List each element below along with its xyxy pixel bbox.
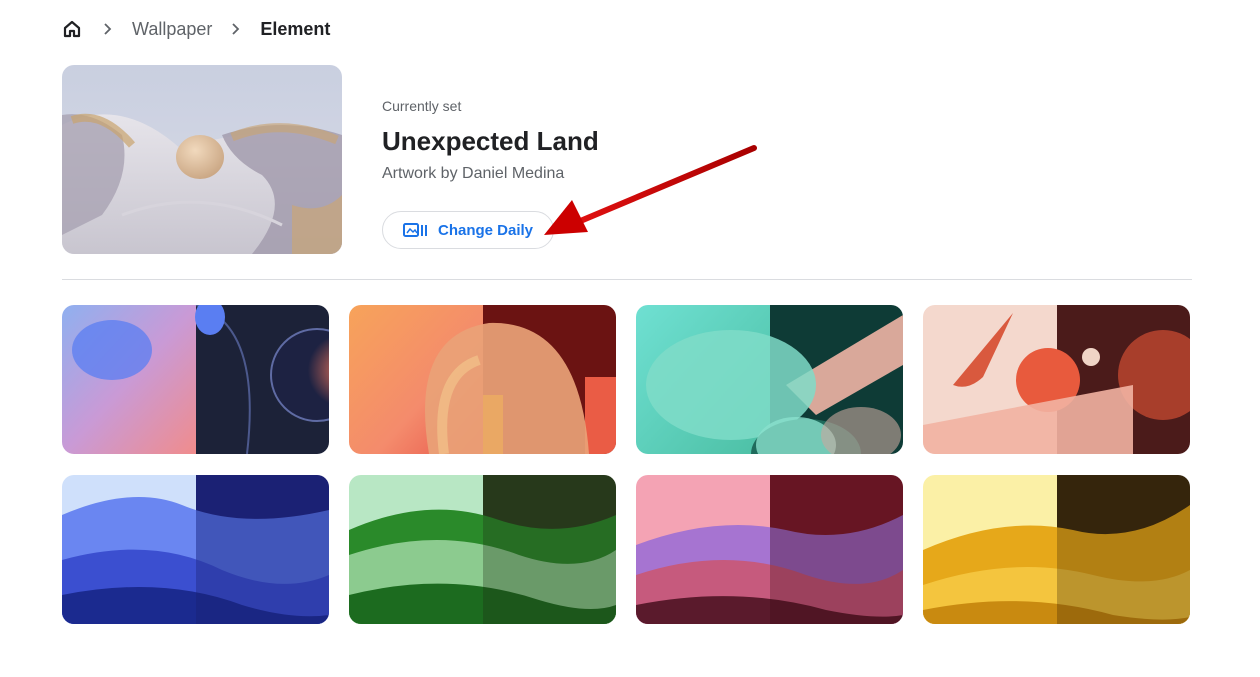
wallpaper-orange-arch[interactable]	[349, 305, 616, 454]
wallpaper-pink-wave[interactable]	[636, 475, 903, 624]
breadcrumb: Wallpaper Element	[60, 14, 330, 44]
wallpaper-yellow-wave[interactable]	[923, 475, 1190, 624]
breadcrumb-element: Element	[260, 18, 331, 39]
wallpaper-artist: Artwork by Daniel Medina	[382, 165, 565, 182]
wallpaper-green-wave[interactable]	[349, 475, 616, 624]
change-daily-button[interactable]: Change Daily	[382, 211, 554, 249]
chevron-right-icon	[226, 19, 246, 39]
divider	[62, 279, 1192, 280]
change-daily-icon	[403, 222, 429, 238]
current-wallpaper-preview	[62, 65, 342, 254]
wallpaper-purple-glass[interactable]	[62, 305, 329, 454]
wallpaper-teal-shapes[interactable]	[636, 305, 903, 454]
home-icon[interactable]	[60, 17, 84, 41]
wallpaper-grid	[62, 305, 1192, 624]
currently-set-label: Currently set	[382, 98, 462, 114]
wallpaper-peach-spheres[interactable]	[923, 305, 1190, 454]
chevron-right-icon	[98, 19, 118, 39]
breadcrumb-wallpaper[interactable]: Wallpaper	[132, 19, 212, 40]
change-daily-label: Change Daily	[438, 221, 534, 239]
wallpaper-title: Unexpected Land	[382, 126, 599, 156]
wallpaper-blue-wave[interactable]	[62, 475, 329, 624]
current-wallpaper-info: Currently set Unexpected Land Artwork by…	[382, 98, 599, 183]
